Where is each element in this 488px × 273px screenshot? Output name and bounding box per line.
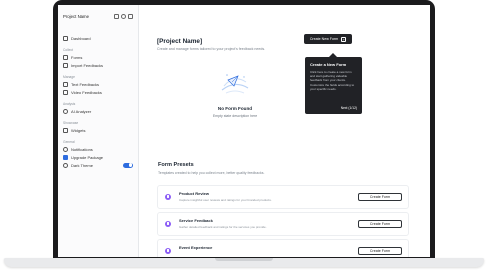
upgrade-icon bbox=[63, 154, 68, 160]
presets-subtitle: Templates created to help you collect mo… bbox=[158, 171, 265, 175]
sidebar-item-label: Video Feedbacks bbox=[71, 89, 102, 95]
tooltip-title: Create a New Form bbox=[310, 62, 347, 67]
project-switcher[interactable]: Project Name bbox=[63, 10, 133, 22]
collapse-icon[interactable] bbox=[114, 13, 119, 19]
empty-illustration-icon bbox=[221, 74, 249, 94]
sidebar-item-text-feedbacks[interactable]: Text Feedbacks bbox=[63, 80, 133, 88]
settings-icon[interactable] bbox=[121, 13, 126, 19]
sidebar-item-label: Text Feedbacks bbox=[71, 81, 100, 87]
empty-state: No Form Found Empty state description he… bbox=[196, 68, 274, 118]
preset-title: Event Experience bbox=[179, 245, 213, 250]
preset-card-event-experience: Event Experience Create Form bbox=[157, 239, 409, 257]
video-icon bbox=[63, 89, 68, 95]
sidebar-item-import-feedbacks[interactable]: Import Feedbacks bbox=[63, 61, 133, 69]
widget-icon bbox=[63, 127, 68, 133]
sidebar-item-label: Import Feedbacks bbox=[71, 62, 104, 68]
sidebar-item-upgrade-package[interactable]: Upgrade Package bbox=[63, 153, 133, 161]
page-title: [Project Name] bbox=[157, 38, 203, 45]
project-name: Project Name bbox=[63, 13, 90, 19]
sidebar-item-forms[interactable]: Forms bbox=[63, 53, 133, 61]
create-form-button[interactable]: Create Form bbox=[358, 220, 402, 228]
moon-icon bbox=[63, 162, 68, 168]
sidebar-item-label: AI Analyzer bbox=[71, 108, 92, 114]
bell-icon bbox=[63, 146, 68, 152]
sidebar: Project Name Dashboard Collect Forms Imp… bbox=[58, 5, 139, 257]
onboarding-tooltip: Create a New Form Click here to create a… bbox=[305, 53, 362, 114]
preset-title: Product Review bbox=[179, 191, 210, 196]
create-form-button[interactable]: Create Form bbox=[358, 193, 402, 201]
sidebar-item-label: Dashboard bbox=[71, 35, 91, 41]
laptop-notch bbox=[215, 258, 273, 261]
preset-description: Capture insightful user reviews and rati… bbox=[179, 198, 272, 202]
sidebar-item-video-feedbacks[interactable]: Video Feedbacks bbox=[63, 88, 133, 96]
sidebar-item-dashboard[interactable]: Dashboard bbox=[63, 34, 133, 42]
sidebar-item-notifications[interactable]: Notifications bbox=[63, 145, 133, 153]
tooltip-next-button[interactable]: Next (1/12) bbox=[341, 106, 357, 110]
import-icon bbox=[63, 62, 68, 68]
presets-title: Form Presets bbox=[158, 162, 194, 168]
form-icon bbox=[63, 54, 68, 60]
sidebar-item-label: Upgrade Package bbox=[71, 154, 104, 160]
sidebar-item-widgets[interactable]: Widgets bbox=[63, 126, 133, 134]
sparkle-icon bbox=[63, 108, 68, 114]
sidebar-item-label: Notifications bbox=[71, 146, 93, 152]
preset-icon bbox=[165, 248, 171, 254]
sidebar-item-label: Widgets bbox=[71, 127, 86, 133]
preset-icon bbox=[165, 194, 171, 200]
sidebar-item-dark-theme[interactable]: Dark Theme bbox=[63, 161, 133, 169]
create-form-button[interactable]: Create Form bbox=[358, 247, 402, 255]
preset-description: Gather detailed feedback and ratings for… bbox=[179, 225, 267, 229]
sidebar-item-label: Forms bbox=[71, 54, 83, 60]
sidebar-item-ai-analyzer[interactable]: AI Analyzer bbox=[63, 107, 133, 115]
refresh-icon[interactable] bbox=[128, 13, 133, 19]
empty-state-description: Empty state description here bbox=[212, 114, 258, 118]
tooltip-body: Click here to create a new form and star… bbox=[310, 70, 355, 91]
empty-state-title: No Form Found bbox=[217, 106, 253, 111]
create-button-label: Create New Form bbox=[309, 37, 339, 41]
home-icon bbox=[63, 35, 68, 41]
text-icon bbox=[63, 81, 68, 87]
sidebar-item-label: Dark Theme bbox=[71, 162, 93, 168]
preset-card-service-feedback: Service Feedback Gather detailed feedbac… bbox=[157, 212, 409, 236]
dark-theme-toggle[interactable] bbox=[123, 162, 133, 168]
preset-icon bbox=[165, 221, 171, 227]
create-new-form-button[interactable]: Create New Form + bbox=[304, 34, 352, 44]
preset-title: Service Feedback bbox=[179, 218, 213, 223]
preset-card-product-review: Product Review Capture insightful user r… bbox=[157, 185, 409, 209]
plus-icon: + bbox=[341, 36, 347, 42]
page-subtitle: Create and manage forms tailored to your… bbox=[157, 47, 266, 51]
